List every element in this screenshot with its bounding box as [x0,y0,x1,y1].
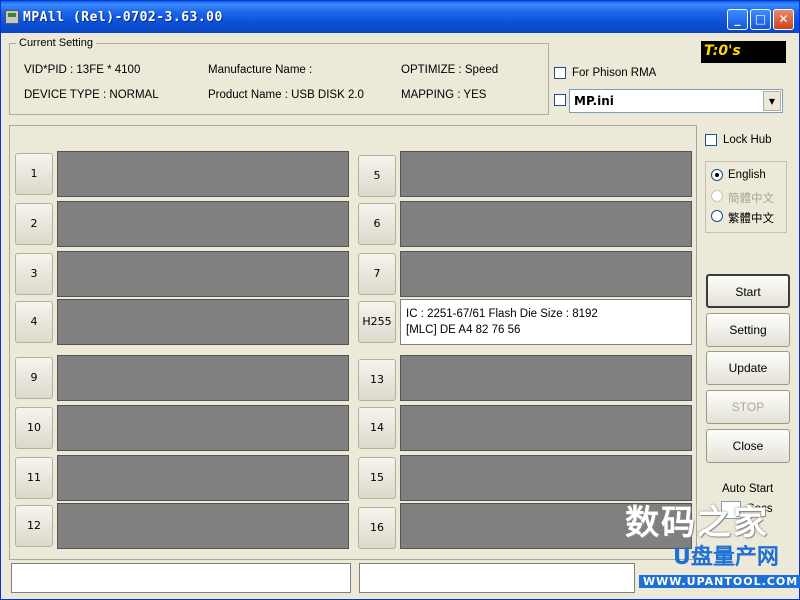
status-field-right [359,563,635,593]
window-title: MPAll (Rel)-0702-3.63.00 [23,10,223,25]
port-status-4 [57,299,349,345]
lock-hub-checkbox[interactable] [705,134,717,146]
active-port-ic-line: IC : 2251-67/61 Flash Die Size : 8192 [406,308,598,320]
mpall-window: MPAll (Rel)-0702-3.63.00 _ □ ✕ Current S… [0,0,800,600]
product-name-label: Product Name : USB DISK 2.0 [208,89,364,101]
port-button-7[interactable]: 7 [358,253,396,295]
optimize-label: OPTIMIZE : Speed [401,64,499,76]
port-status-14 [400,405,692,451]
port-status-1 [57,151,349,197]
start-button[interactable]: Start [706,274,790,308]
port-status-10 [57,405,349,451]
vid-pid-label: VID*PID : 13FE * 4100 [24,64,141,76]
port-button-4[interactable]: 4 [15,301,53,343]
device-type-label: DEVICE TYPE : NORMAL [24,89,159,101]
current-setting-legend: Current Setting [16,37,96,49]
port-status-13 [400,355,692,401]
auto-start-label: Auto Start [722,483,774,495]
port-button-3[interactable]: 3 [15,253,53,295]
language-radio-english[interactable] [711,169,723,181]
port-status-5 [400,151,692,197]
maximize-button[interactable]: □ [750,9,771,30]
port-status-7 [400,251,692,297]
watermark-text-1: 数码之家 [625,503,769,543]
port-status-6 [400,201,692,247]
port-button-11[interactable]: 11 [15,457,53,499]
chevron-down-icon[interactable]: ▼ [763,91,781,111]
close-button[interactable]: Close [706,429,790,463]
port-button-h255[interactable]: H255 [358,301,396,343]
minimize-button[interactable]: _ [727,9,748,30]
update-button[interactable]: Update [706,351,790,385]
active-port-info: IC : 2251-67/61 Flash Die Size : 8192 [M… [400,299,692,345]
app-icon [5,10,19,24]
language-label-english: English [728,169,766,181]
ini-file-checkbox[interactable] [554,94,566,106]
port-button-15[interactable]: 15 [358,457,396,499]
port-status-2 [57,201,349,247]
port-button-6[interactable]: 6 [358,203,396,245]
watermark-text-2: U盘量产网 [673,545,779,570]
watermark-url: WWW.UPANTOOL.COM [639,575,800,588]
setting-button[interactable]: Setting [706,313,790,347]
port-status-3 [57,251,349,297]
port-button-2[interactable]: 2 [15,203,53,245]
port-button-1[interactable]: 1 [15,153,53,195]
title-bar[interactable]: MPAll (Rel)-0702-3.63.00 _ □ ✕ [1,1,799,33]
stop-button: STOP [706,390,790,424]
port-button-5[interactable]: 5 [358,155,396,197]
mapping-label: MAPPING : YES [401,89,487,101]
for-phison-rma-checkbox[interactable] [554,67,566,79]
port-button-10[interactable]: 10 [15,407,53,449]
watermark-logo: 数码之家 U盘量产网 WWW.UPANTOOL.COM [625,495,800,595]
lock-hub-label: Lock Hub [723,134,772,146]
timer-display: T:0's [701,41,786,63]
ini-file-select[interactable]: MP.ini ▼ [569,89,783,113]
ini-file-value: MP.ini [574,94,614,108]
active-port-flash-id-line: [MLC] DE A4 82 76 56 [406,324,521,336]
language-label-traditional-chinese: 繁體中文 [728,213,774,225]
port-button-13[interactable]: 13 [358,359,396,401]
language-radio-traditional-chinese[interactable] [711,210,723,222]
port-status-11 [57,455,349,501]
port-button-16[interactable]: 16 [358,507,396,549]
close-window-button[interactable]: ✕ [773,9,794,30]
port-status-9 [57,355,349,401]
manufacture-name-label: Manufacture Name : [208,64,313,76]
port-button-12[interactable]: 12 [15,505,53,547]
status-field-left [11,563,351,593]
port-status-12 [57,503,349,549]
port-button-9[interactable]: 9 [15,357,53,399]
for-phison-rma-label: For Phison RMA [572,67,657,79]
language-label-simplified-chinese: 簡體中文 [728,193,774,205]
current-setting-group: Current Setting VID*PID : 13FE * 4100 DE… [9,37,549,115]
port-button-14[interactable]: 14 [358,407,396,449]
language-radio-simplified-chinese [711,190,723,202]
